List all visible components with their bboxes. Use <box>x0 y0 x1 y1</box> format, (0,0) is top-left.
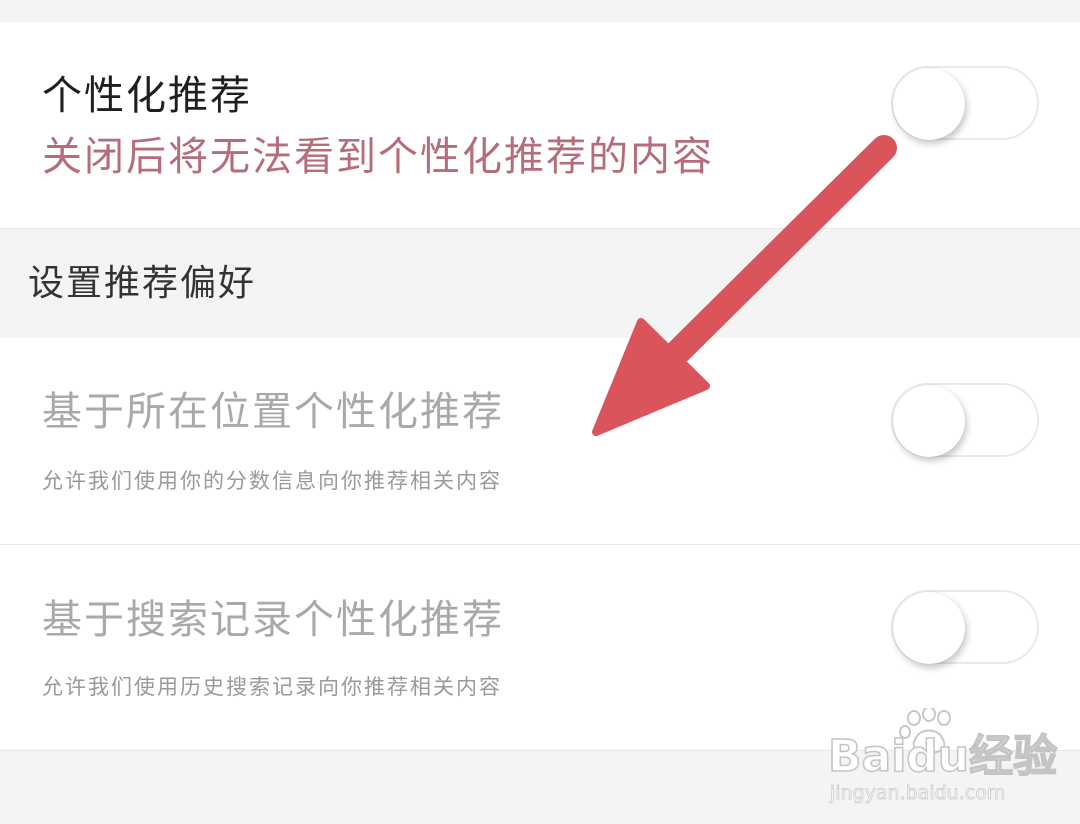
search-history-recommendation-description: 允许我们使用历史搜索记录向你推荐相关内容 <box>42 675 502 699</box>
location-recommendation-description: 允许我们使用你的分数信息向你推荐相关内容 <box>42 469 502 493</box>
toggle-knob <box>893 68 965 140</box>
toggle-knob <box>893 385 965 457</box>
personal-recommendation-warning: 关闭后将无法看到个性化推荐的内容 <box>42 134 714 180</box>
location-recommendation-title: 基于所在位置个性化推荐 <box>42 389 504 435</box>
search-history-recommendation-title: 基于搜索记录个性化推荐 <box>42 597 504 643</box>
personal-recommendation-toggle[interactable] <box>891 66 1039 140</box>
preferences-section-title: 设置推荐偏好 <box>28 263 257 304</box>
search-history-recommendation-toggle[interactable] <box>891 590 1039 664</box>
top-strip <box>0 0 1080 23</box>
personal-recommendation-title: 个性化推荐 <box>42 73 252 119</box>
watermark-brand: Baidu经验 <box>827 731 1058 783</box>
baidu-watermark: Baidu经验 jingyan.baidu.com <box>827 708 1058 805</box>
toggle-knob <box>893 592 965 664</box>
watermark-domain: jingyan.baidu.com <box>830 782 1006 805</box>
location-recommendation-toggle[interactable] <box>891 383 1039 457</box>
